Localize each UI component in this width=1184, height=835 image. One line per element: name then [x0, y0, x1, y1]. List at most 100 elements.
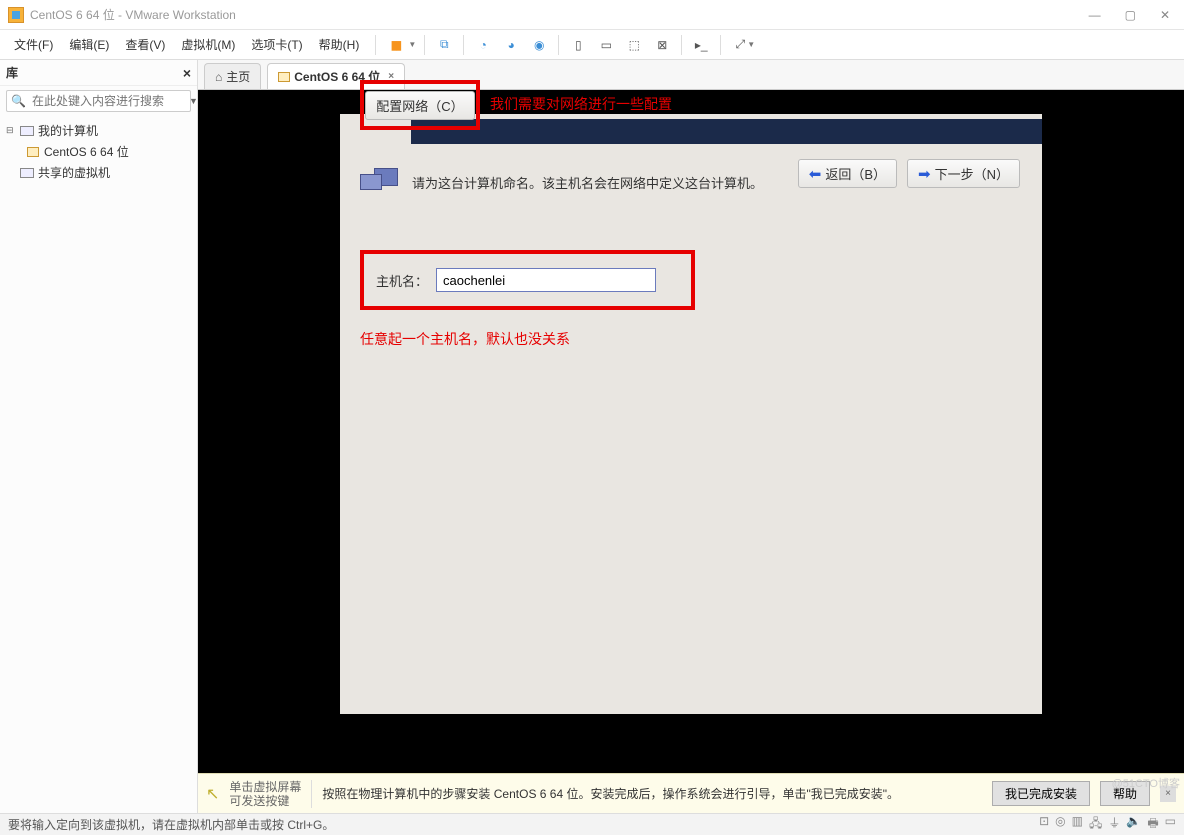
toolbar-separator — [463, 35, 464, 55]
menu-tabs[interactable]: 选项卡(T) — [243, 32, 310, 57]
installer-nav-buttons: ⬅ 返回（B） ➡ 下一步（N） — [798, 159, 1020, 188]
maximize-button[interactable]: ▢ — [1125, 8, 1136, 22]
library-search-box[interactable]: 🔍 ▼ — [6, 90, 191, 112]
library-search-input[interactable] — [30, 93, 189, 109]
snapshot-take-icon[interactable]: ◔ — [472, 35, 494, 55]
computer-icon — [20, 167, 34, 179]
hostname-label: 主机名： — [376, 271, 428, 290]
status-device-icons: ⊡ ◎ ▥ 🖧 ⏚ 🔈 🖶 ▭ — [1039, 814, 1176, 835]
main-split: 库 × 🔍 ▼ ⊟ 我的计算机 CentOS 6 64 位 共 — [0, 60, 1184, 813]
next-button-label: 下一步（N） — [935, 164, 1009, 183]
info-main-text: 按照在物理计算机中的步骤安装 CentOS 6 64 位。安装完成后，操作系统会… — [322, 785, 982, 802]
snapshot-revert-icon[interactable]: ◕ — [500, 35, 522, 55]
search-icon: 🔍 — [11, 94, 26, 108]
done-install-button[interactable]: 我已完成安装 — [992, 781, 1090, 806]
library-search-row: 🔍 ▼ — [0, 86, 197, 116]
annotation-config-network: 我们需要对网络进行一些配置 — [490, 94, 672, 114]
config-network-highlight-box: 配置网络（C） — [360, 80, 480, 130]
menu-file[interactable]: 文件(F) — [6, 32, 61, 57]
status-cd-icon[interactable]: ◎ — [1055, 814, 1065, 835]
status-hdd-icon[interactable]: ⊡ — [1039, 814, 1049, 835]
library-close-icon[interactable]: × — [183, 65, 191, 81]
tree-my-computer[interactable]: ⊟ 我的计算机 — [6, 120, 191, 141]
status-net-icon[interactable]: 🖧 — [1089, 814, 1102, 835]
vm-icon — [26, 146, 40, 158]
status-bar: 要将输入定向到该虚拟机，请在虚拟机内部单击或按 Ctrl+G。 ⊡ ◎ ▥ 🖧 … — [0, 813, 1184, 835]
library-title: 库 — [6, 64, 18, 81]
status-printer-icon[interactable]: 🖶 — [1147, 814, 1158, 835]
power-dropdown-icon[interactable]: ▼ — [408, 40, 416, 49]
network-computers-icon — [360, 164, 402, 200]
toolbar-view-group: ▯ ▭ ⬚ ⊠ — [567, 35, 673, 55]
tree-shared-vms[interactable]: 共享的虚拟机 — [6, 162, 191, 183]
menu-vm[interactable]: 虚拟机(M) — [173, 32, 243, 57]
content-panel: ⌂ 主页 CentOS 6 64 位 × 请为这台计算机命名。该主机名会在网络中… — [198, 60, 1184, 813]
search-dropdown-icon[interactable]: ▼ — [189, 96, 198, 106]
arrow-left-icon: ⬅ — [809, 165, 822, 183]
status-text: 要将输入定向到该虚拟机，请在虚拟机内部单击或按 Ctrl+G。 — [8, 816, 334, 833]
library-header: 库 × — [0, 60, 197, 86]
tab-home[interactable]: ⌂ 主页 — [204, 63, 261, 89]
toolbar-separator — [720, 35, 721, 55]
tree-my-computer-label: 我的计算机 — [38, 122, 98, 139]
vmware-app-icon — [8, 7, 24, 23]
window-title: CentOS 6 64 位 - VMware Workstation — [30, 6, 236, 23]
menu-view[interactable]: 查看(V) — [117, 32, 173, 57]
info-left-block: 单击虚拟屏幕 可发送按键 — [229, 780, 301, 808]
installer-prompt-text: 请为这台计算机命名。该主机名会在网络中定义这台计算机。 — [412, 173, 763, 192]
close-button[interactable]: ✕ — [1160, 8, 1170, 22]
next-button[interactable]: ➡ 下一步（N） — [907, 159, 1020, 188]
menu-bar: 文件(F) 编辑(E) 查看(V) 虚拟机(M) 选项卡(T) 帮助(H) ▮▮… — [0, 30, 1184, 60]
vm-display-area[interactable]: 请为这台计算机命名。该主机名会在网络中定义这台计算机。 主机名： 任意起一个主机… — [198, 90, 1184, 773]
view-single-icon[interactable]: ▯ — [567, 35, 589, 55]
status-usb-icon[interactable]: ⏚ — [1108, 814, 1120, 835]
back-button-label: 返回（B） — [825, 164, 886, 183]
toolbar-separator — [681, 35, 682, 55]
tree-collapse-icon[interactable]: ⊟ — [6, 125, 16, 136]
toolbar-separator — [424, 35, 425, 55]
snapshot-manage-icon[interactable]: ◉ — [528, 35, 550, 55]
computer-icon — [20, 125, 34, 137]
tree-vm-centos-label: CentOS 6 64 位 — [44, 143, 129, 160]
menu-edit[interactable]: 编辑(E) — [61, 32, 117, 57]
fullscreen-dropdown-icon[interactable]: ▼ — [747, 40, 755, 49]
info-divider — [311, 780, 312, 808]
arrow-right-icon: ➡ — [918, 165, 931, 183]
pause-icon[interactable]: ▮▮ — [384, 35, 406, 55]
back-button[interactable]: ⬅ 返回（B） — [798, 159, 897, 188]
installer-header-band — [411, 119, 1042, 144]
window-controls: ― ▢ ✕ — [1089, 8, 1176, 22]
menu-help[interactable]: 帮助(H) — [311, 32, 368, 57]
window-titlebar: CentOS 6 64 位 - VMware Workstation ― ▢ ✕ — [0, 0, 1184, 30]
status-display-icon[interactable]: ▭ — [1165, 814, 1176, 835]
centos-installer-screen: 请为这台计算机命名。该主机名会在网络中定义这台计算机。 主机名： 任意起一个主机… — [340, 114, 1042, 714]
status-floppy-icon[interactable]: ▥ — [1072, 814, 1083, 835]
annotation-hostname: 任意起一个主机名，默认也没关系 — [360, 329, 570, 349]
console-icon[interactable]: ▸_ — [690, 35, 712, 55]
hostname-input[interactable] — [436, 268, 656, 292]
tab-strip: ⌂ 主页 CentOS 6 64 位 × — [198, 60, 1184, 90]
tree-shared-vms-label: 共享的虚拟机 — [38, 164, 110, 181]
library-tree: ⊟ 我的计算机 CentOS 6 64 位 共享的虚拟机 — [0, 116, 197, 187]
info-left-line2: 可发送按键 — [229, 794, 301, 808]
installer-body: 请为这台计算机命名。该主机名会在网络中定义这台计算机。 主机名： 任意起一个主机… — [360, 164, 1032, 200]
cursor-hint-icon: ↖ — [206, 784, 219, 804]
home-icon: ⌂ — [215, 70, 222, 84]
minimize-button[interactable]: ― — [1089, 8, 1101, 22]
info-left-line1: 单击虚拟屏幕 — [229, 780, 301, 794]
tree-vm-centos[interactable]: CentOS 6 64 位 — [6, 141, 191, 162]
toolbar-snapshot-group: ◔ ◕ ◉ — [472, 35, 550, 55]
send-keys-icon[interactable]: ⧉ — [433, 35, 455, 55]
watermark-text: @51CTO博客 — [1112, 775, 1180, 791]
status-sound-icon[interactable]: 🔈 — [1126, 814, 1141, 835]
toolbar-power-group: ▮▮ ▼ — [384, 35, 416, 55]
view-thumbnail-icon[interactable]: ⊠ — [651, 35, 673, 55]
view-multi-icon[interactable]: ▭ — [595, 35, 617, 55]
vm-icon — [278, 72, 290, 82]
install-info-bar: ↖ 单击虚拟屏幕 可发送按键 按照在物理计算机中的步骤安装 CentOS 6 6… — [198, 773, 1184, 813]
toolbar-separator — [375, 35, 376, 55]
tab-home-label: 主页 — [226, 68, 250, 85]
config-network-button[interactable]: 配置网络（C） — [365, 91, 474, 120]
hostname-highlight-box: 主机名： — [360, 250, 695, 310]
view-unity-icon[interactable]: ⬚ — [623, 35, 645, 55]
